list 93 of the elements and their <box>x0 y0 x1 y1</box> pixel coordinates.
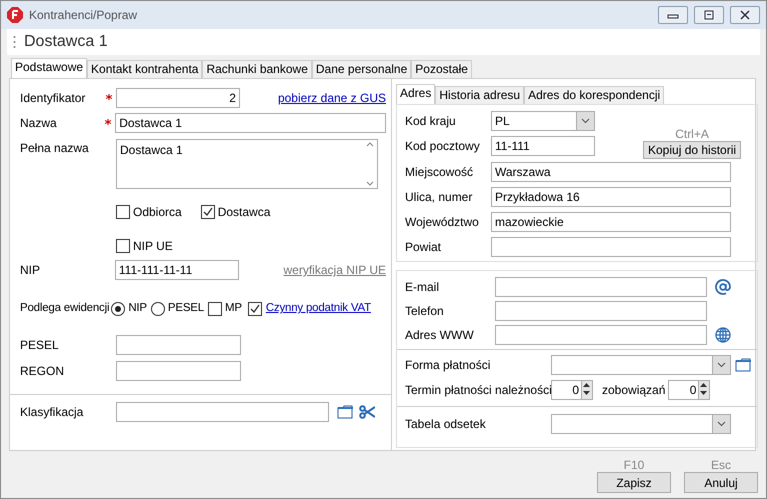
close-icon <box>739 9 751 21</box>
drag-handle-icon <box>13 35 16 49</box>
field-label: Telefon <box>405 303 445 320</box>
field-label: Miejscowość <box>405 164 474 180</box>
field-label: Forma płatności <box>405 356 492 374</box>
checkbox-label: NIP UE <box>133 238 173 255</box>
spin-down-icon <box>582 388 591 396</box>
field-label: PESEL <box>20 337 60 354</box>
field-label: E-mail <box>405 279 440 296</box>
header-title: Dostawca 1 <box>24 32 108 52</box>
checkbox[interactable] <box>116 239 130 253</box>
chevron-down-icon <box>717 420 726 426</box>
checkbox-label: Odbiorca <box>133 204 182 221</box>
window-title: Kontrahenci/Popraw <box>29 7 138 24</box>
field-label: Ulica, numer <box>405 188 474 206</box>
checkbox[interactable] <box>208 302 222 316</box>
input-field[interactable] <box>116 335 241 355</box>
scissors-icon[interactable] <box>359 405 375 419</box>
field-label: Adres WWW <box>405 327 475 344</box>
input-field[interactable]: Dostawca 1 <box>115 112 386 132</box>
checkbox[interactable] <box>200 205 215 219</box>
shortcut-label: Esc <box>710 459 731 472</box>
dropdown[interactable]: PL <box>491 111 595 131</box>
checkbox[interactable] <box>248 302 262 316</box>
field-label: Identyfikator <box>20 90 86 106</box>
field-label: Województwo <box>405 214 480 230</box>
field-label: Pełna nazwa <box>20 140 90 157</box>
spin-up-icon <box>582 380 591 388</box>
maximize-button[interactable] <box>694 6 724 24</box>
shortcut-label: Ctrl+A <box>675 128 709 141</box>
tab[interactable]: Rachunki bankowe <box>202 60 312 78</box>
input-field[interactable]: mazowieckie <box>491 212 731 232</box>
field-label: REGON <box>20 363 66 380</box>
folder-icon[interactable] <box>337 405 353 419</box>
tab[interactable]: Adres <box>396 84 436 104</box>
input-field[interactable] <box>495 325 707 345</box>
field-label: Kod pocztowy <box>405 138 481 154</box>
check-icon <box>202 207 213 217</box>
check-icon <box>250 304 260 314</box>
radio-button[interactable] <box>111 302 126 316</box>
at-sign-icon <box>715 279 731 295</box>
minimize-button[interactable] <box>658 6 688 24</box>
input-field[interactable] <box>116 361 241 381</box>
radio-button[interactable] <box>150 302 165 316</box>
field-label: Kod kraju <box>405 113 457 130</box>
globe-icon <box>715 327 731 343</box>
number-spinner[interactable]: 0 <box>551 380 593 400</box>
radio-label: PESEL <box>168 301 204 316</box>
input-field[interactable]: 111-111-11-11 <box>114 260 239 280</box>
folder-icon[interactable] <box>735 358 751 372</box>
vat-status-link[interactable]: Czynny podatnik VAT <box>266 300 371 318</box>
checkbox-label: Dostawca <box>218 204 270 221</box>
input-field[interactable]: 11-111 <box>491 136 595 156</box>
copy-to-history-button[interactable]: Kopiuj do historii <box>643 141 742 159</box>
spin-down-icon <box>699 388 708 396</box>
field-label: Termin płatności należności <box>405 382 551 398</box>
scroll-down-icon <box>366 181 374 186</box>
tab[interactable]: Kontakt kontrahenta <box>87 60 202 78</box>
chevron-down-icon <box>717 362 726 368</box>
spin-up-icon <box>699 380 708 388</box>
checkbox[interactable] <box>116 205 130 219</box>
field-label: Klasyfikacja <box>20 404 84 421</box>
field-label: NIP <box>20 262 42 279</box>
input-field[interactable]: Przykładowa 16 <box>491 186 731 206</box>
close-button[interactable] <box>730 6 760 24</box>
tab[interactable]: Adres do korespondencji <box>524 86 664 104</box>
textarea-field[interactable]: Dostawca 1 <box>116 139 378 189</box>
input-field[interactable] <box>116 402 329 422</box>
app-logo-icon <box>7 7 23 23</box>
tab[interactable]: Pozostałe <box>411 60 472 78</box>
field-label: Tabela odsetek <box>405 416 487 432</box>
input-field[interactable]: 2 <box>116 88 240 108</box>
number-spinner[interactable]: 0 <box>668 380 710 400</box>
radio-label: NIP <box>128 301 147 316</box>
input-field[interactable] <box>495 277 707 297</box>
field-label: zobowiązań <box>602 382 666 398</box>
field-label: Podlega ewidencji <box>20 301 110 316</box>
input-field[interactable]: Warszawa <box>491 162 731 182</box>
tab[interactable]: Podstawowe <box>11 58 88 78</box>
tab[interactable]: Historia adresu <box>435 86 524 104</box>
field-label: Powiat <box>405 238 442 256</box>
tab[interactable]: Dane personalne <box>312 60 412 78</box>
maximize-icon <box>703 9 715 21</box>
input-field[interactable] <box>491 236 731 256</box>
gus-link[interactable]: pobierz dane z GUS <box>278 88 386 106</box>
dialog-button[interactable]: Zapisz <box>597 472 671 493</box>
shortcut-label: F10 <box>624 459 644 472</box>
checkbox-label: MP <box>224 301 242 316</box>
chevron-down-icon <box>581 118 590 124</box>
input-field[interactable] <box>495 301 707 321</box>
dialog-button[interactable]: Anuluj <box>684 472 758 493</box>
scroll-up-icon <box>366 142 374 147</box>
field-label: Nazwa <box>20 114 58 132</box>
